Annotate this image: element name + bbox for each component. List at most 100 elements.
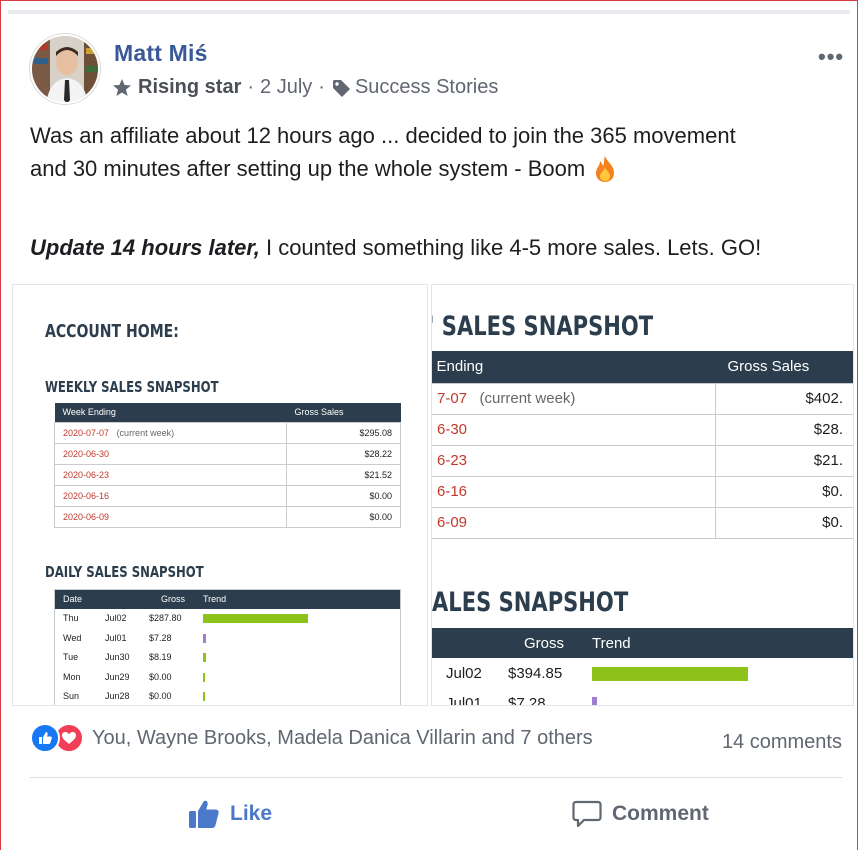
rising-star-badge[interactable]: Rising star	[138, 76, 241, 99]
week-date: 2020-07-07	[63, 427, 110, 438]
date-cell: Jul01	[446, 695, 482, 706]
week-date: 6-23	[437, 452, 468, 469]
gross-cell: $394.85	[508, 665, 563, 682]
post-update: Update 14 hours later, I counted somethi…	[30, 235, 761, 261]
table-row: 6-16 $0.	[432, 475, 853, 508]
gross-sales-cell: $0.00	[286, 505, 401, 528]
week-date: 6-30	[437, 421, 468, 438]
gross-cell: $0.00	[149, 671, 172, 682]
comments-count[interactable]: 14 comments	[722, 731, 842, 754]
gross-sales-cell: $0.00	[286, 484, 401, 507]
table-row: 6-09 $0.	[432, 506, 853, 539]
table-row: 2020-06-30 $28.22	[54, 442, 401, 465]
day-cell: Wed	[63, 632, 82, 643]
table-header-cell: Gross	[161, 594, 186, 604]
table-row: Wed Jul01 $7.28	[55, 629, 400, 649]
weekly-sales-table-zoomed: Ending Gross Sales 7-07 (current week) $4…	[432, 351, 853, 539]
daily-sales-table-zoomed: Gross Trend Jul02 $394.85 Jul01 $7.28	[432, 628, 853, 706]
table-header-row: Gross Trend	[432, 628, 853, 658]
date-cell: Jul02	[446, 665, 482, 682]
table-header-cell: Gross	[524, 635, 565, 652]
trend-bar	[592, 697, 597, 705]
gross-sales-cell: $28.22	[286, 442, 401, 465]
trend-bar	[592, 667, 748, 681]
post-image-right[interactable]: ' SALES SNAPSHOT Ending Gross Sales 7-07…	[431, 284, 854, 706]
gross-cell: $8.19	[149, 652, 172, 662]
table-row: 2020-07-07 (current week) $295.08	[54, 421, 401, 444]
table-row: Thu Jul02 $287.80	[55, 609, 400, 629]
week-date: 2020-06-09	[63, 511, 110, 522]
date-cell: Jun28	[105, 691, 130, 701]
week-ending-cell: 2020-06-23	[54, 463, 287, 486]
table-row: 2020-06-09 $0.00	[54, 505, 401, 528]
post-body: Was an affiliate about 12 hours ago ... …	[30, 119, 840, 185]
top-separator	[8, 10, 850, 14]
post-text-line: Was an affiliate about 12 hours ago ... …	[30, 123, 736, 148]
trend-bar	[203, 672, 205, 682]
trend-bar	[203, 614, 308, 623]
update-bold: Update 14 hours later,	[30, 235, 260, 260]
table-row: Mon Jun29 $0.00	[55, 668, 400, 688]
week-ending-cell: 6-16	[432, 475, 716, 508]
current-week-note: (current week)	[479, 390, 576, 407]
meta-separator: ·	[318, 76, 325, 98]
post-text-line: and 30 minutes after setting up the whol…	[30, 156, 586, 181]
table-header-row: Week Ending Gross Sales	[54, 403, 401, 422]
week-ending-cell: 6-23	[432, 444, 716, 477]
actions-divider	[30, 777, 842, 778]
post-date[interactable]: 2 July	[260, 76, 312, 99]
avatar[interactable]	[30, 34, 100, 104]
day-cell: Sun	[63, 691, 80, 701]
table-row: Sun Jun28 $0.00	[55, 687, 400, 705]
reactions-summary[interactable]: You, Wayne Brooks, Madela Danica Villari…	[30, 723, 593, 753]
comment-button[interactable]: Comment	[572, 796, 709, 832]
date-cell: Jul01	[105, 632, 127, 643]
more-options-icon[interactable]: •••	[818, 44, 844, 70]
weekly-sales-table: Week Ending Gross Sales 2020-07-07 (curr…	[54, 403, 401, 528]
gross-cell: $287.80	[149, 613, 182, 623]
current-week-note: (current week)	[116, 427, 175, 438]
table-row: Jul02 $394.85	[432, 658, 853, 688]
week-ending-cell: 2020-06-30	[54, 442, 287, 465]
like-button[interactable]: Like	[188, 796, 272, 832]
week-date: 6-16	[437, 483, 468, 500]
date-cell: Jul02	[105, 613, 127, 623]
tag-icon	[332, 79, 350, 97]
week-ending-cell: 2020-06-09	[54, 505, 287, 528]
comment-bubble-icon	[572, 800, 602, 828]
table-row: 2020-06-16 $0.00	[54, 484, 401, 507]
fire-emoji-icon	[596, 155, 615, 182]
post-image-left[interactable]: ACCOUNT HOME: WEEKLY SALES SNAPSHOT Week…	[12, 284, 428, 706]
table-header-row: Date Gross Trend	[55, 590, 400, 609]
gross-sales-cell: $21.52	[286, 463, 401, 486]
week-date: 2020-06-30	[63, 448, 110, 459]
daily-sales-table: Date Gross Trend Thu Jul02 $287.80 Wed Jul01…	[54, 589, 401, 705]
like-label: Like	[230, 802, 273, 825]
update-text: I counted something like 4-5 more sales.…	[259, 235, 762, 260]
like-reaction-icon	[30, 723, 60, 753]
gross-sales-cell: $402.	[715, 382, 853, 415]
gross-sales-cell: $0.	[715, 475, 853, 508]
gross-sales-cell: $21.	[715, 444, 853, 477]
table-row: 2020-06-23 $21.52	[54, 463, 401, 486]
week-ending-cell: 2020-07-07 (current week)	[54, 421, 287, 444]
table-row: 7-07 (current week) $402.	[432, 382, 853, 415]
table-header-cell: Trend	[203, 594, 227, 604]
table-header-cell: Gross Sales	[715, 351, 853, 383]
week-ending-cell: 2020-06-16	[54, 484, 287, 507]
rising-star-icon	[113, 78, 131, 96]
thumbs-up-icon	[189, 800, 219, 828]
gross-cell: $0.00	[149, 691, 172, 701]
week-ending-cell: 6-30	[432, 413, 716, 446]
week-date: 2020-06-23	[63, 469, 110, 480]
weekly-snapshot-heading-zoomed: ' SALES SNAPSHOT	[431, 311, 654, 342]
topic-link[interactable]: Success Stories	[355, 76, 498, 99]
gross-cell: $7.28	[149, 632, 172, 643]
gross-cell: $7.28	[508, 695, 546, 706]
gross-sales-cell: $0.	[715, 506, 853, 539]
date-cell: Jun30	[105, 652, 130, 662]
table-row: 6-23 $21.	[432, 444, 853, 477]
author-name[interactable]: Matt Miś	[114, 40, 208, 67]
reaction-names[interactable]: You, Wayne Brooks, Madela Danica Villari…	[92, 727, 593, 750]
trend-bar	[203, 633, 207, 643]
